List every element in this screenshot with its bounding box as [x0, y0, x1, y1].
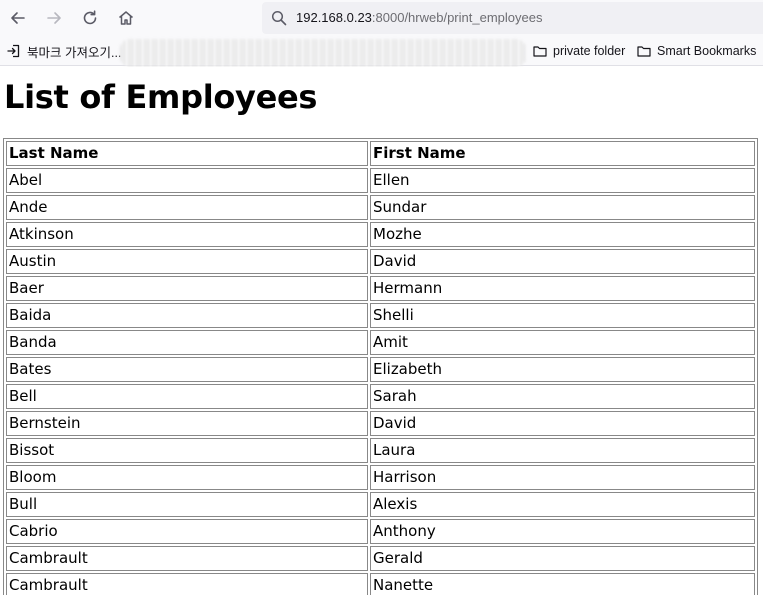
first-name-cell: Ellen	[370, 168, 755, 193]
first-name-cell: Sarah	[370, 384, 755, 409]
folder-icon	[637, 46, 651, 57]
table-row: Baer Hermann	[6, 276, 755, 301]
search-icon	[271, 10, 287, 26]
table-row: Cabrio Anthony	[6, 519, 755, 544]
first-name-cell: Gerald	[370, 546, 755, 571]
redacted-bookmarks	[120, 39, 526, 67]
table-row: Atkinson Mozhe	[6, 222, 755, 247]
last-name-cell: Bates	[6, 357, 368, 382]
employees-table: Last Name First Name Abel Ellen Ande Sundar…	[3, 138, 758, 595]
bookmark-folder-smart[interactable]: Smart Bookmarks	[637, 41, 756, 61]
reload-button[interactable]	[77, 5, 103, 31]
import-icon	[7, 44, 20, 58]
home-icon	[119, 11, 133, 25]
last-name-cell: Atkinson	[6, 222, 368, 247]
last-name-cell: Baida	[6, 303, 368, 328]
first-name-cell: Hermann	[370, 276, 755, 301]
last-name-cell: Banda	[6, 330, 368, 355]
url-host: 192.168.0.23	[296, 10, 372, 25]
table-row: Banda Amit	[6, 330, 755, 355]
forward-button[interactable]	[41, 5, 67, 31]
last-name-cell: Bloom	[6, 465, 368, 490]
browser-toolbar: 192.168.0.23:8000/hrweb/print_employees	[0, 0, 763, 36]
table-row: Cambrault Gerald	[6, 546, 755, 571]
first-name-cell: Harrison	[370, 465, 755, 490]
last-name-cell: Abel	[6, 168, 368, 193]
column-header-first-name: First Name	[370, 141, 755, 166]
table-row: Baida Shelli	[6, 303, 755, 328]
last-name-cell: Cambrault	[6, 546, 368, 571]
table-row: Bates Elizabeth	[6, 357, 755, 382]
last-name-cell: Austin	[6, 249, 368, 274]
page-content: List of Employees Last Name First Name A…	[0, 67, 763, 595]
last-name-cell: Bull	[6, 492, 368, 517]
first-name-cell: Amit	[370, 330, 755, 355]
table-row: Bloom Harrison	[6, 465, 755, 490]
home-button[interactable]	[113, 5, 139, 31]
page-title: List of Employees	[4, 78, 318, 116]
bookmark-folder-label: private folder	[553, 44, 626, 58]
import-bookmarks-button[interactable]: 북마크 가져오기...	[7, 41, 121, 61]
folder-icon	[533, 46, 547, 57]
first-name-cell: Shelli	[370, 303, 755, 328]
last-name-cell: Cambrault	[6, 573, 368, 595]
reload-icon	[83, 10, 97, 25]
last-name-cell: Baer	[6, 276, 368, 301]
first-name-cell: Alexis	[370, 492, 755, 517]
table-header-row: Last Name First Name	[6, 141, 755, 166]
table-body: Abel Ellen Ande Sundar Atkinson Mozhe Austin Da…	[6, 168, 755, 595]
table-row: Austin David	[6, 249, 755, 274]
bookmark-folder-private[interactable]: private folder	[533, 41, 625, 61]
table-row: Bell Sarah	[6, 384, 755, 409]
bookmarks-bar: 북마크 가져오기... private folder Smart Bookmar…	[0, 36, 763, 67]
first-name-cell: David	[370, 249, 755, 274]
first-name-cell: Mozhe	[370, 222, 755, 247]
arrow-right-icon	[47, 12, 61, 24]
first-name-cell: Sundar	[370, 195, 755, 220]
first-name-cell: Laura	[370, 438, 755, 463]
table-row: Abel Ellen	[6, 168, 755, 193]
url-text: 192.168.0.23:8000/hrweb/print_employees	[296, 9, 542, 27]
last-name-cell: Bernstein	[6, 411, 368, 436]
address-bar[interactable]: 192.168.0.23:8000/hrweb/print_employees	[262, 2, 763, 34]
first-name-cell: Anthony	[370, 519, 755, 544]
table-row: Bull Alexis	[6, 492, 755, 517]
first-name-cell: David	[370, 411, 755, 436]
column-header-last-name: Last Name	[6, 141, 368, 166]
arrow-left-icon	[11, 12, 25, 24]
back-button[interactable]	[5, 5, 31, 31]
first-name-cell: Nanette	[370, 573, 755, 595]
table-row: Cambrault Nanette	[6, 573, 755, 595]
first-name-cell: Elizabeth	[370, 357, 755, 382]
last-name-cell: Bell	[6, 384, 368, 409]
table-row: Bissot Laura	[6, 438, 755, 463]
bookmark-folder-label: Smart Bookmarks	[657, 44, 757, 58]
last-name-cell: Cabrio	[6, 519, 368, 544]
table-row: Ande Sundar	[6, 195, 755, 220]
last-name-cell: Bissot	[6, 438, 368, 463]
url-path: :8000/hrweb/print_employees	[371, 10, 543, 25]
import-bookmarks-label: 북마크 가져오기...	[27, 45, 122, 60]
table-row: Bernstein David	[6, 411, 755, 436]
last-name-cell: Ande	[6, 195, 368, 220]
